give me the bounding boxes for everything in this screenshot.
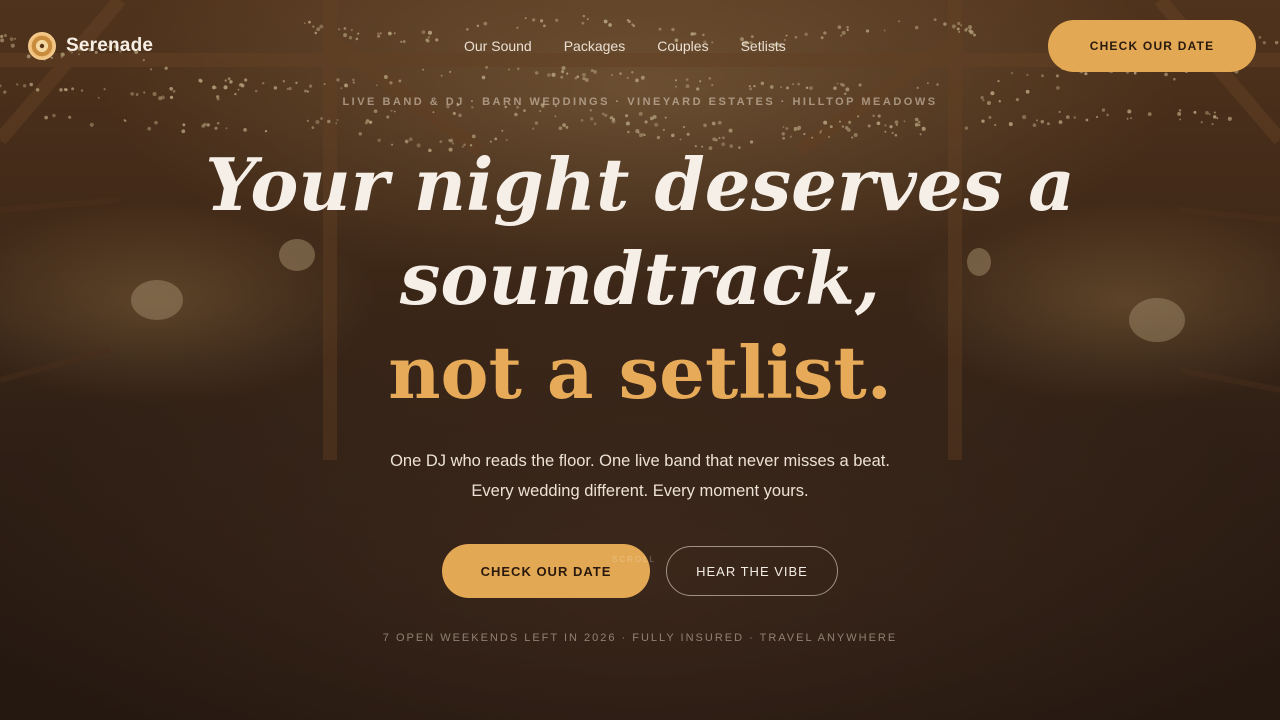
nav-link-setlists[interactable]: Setlists — [741, 38, 786, 54]
nav-link-our-sound[interactable]: Our Sound — [464, 38, 532, 54]
trust-line: 7 OPEN WEEKENDS LEFT IN 2026 · FULLY INS… — [382, 632, 898, 644]
hero-kicker: LIVE BAND & DJ · BARN WEDDINGS · VINEYAR… — [342, 96, 938, 108]
headline-accent: not a setlist. — [388, 330, 892, 415]
hero-actions: CHECK OUR DATE HEAR THE VIBE — [0, 544, 1280, 598]
headline-line-2: soundtrack, — [399, 236, 881, 321]
hero-headline: Your night deserves a soundtrack, not a … — [0, 138, 1280, 420]
site-header: Serenade Our Sound Packages Couples Setl… — [28, 20, 1256, 72]
vinyl-record-icon — [28, 32, 56, 60]
brand[interactable]: Serenade — [28, 32, 153, 60]
nav-link-couples[interactable]: Couples — [657, 38, 708, 54]
hero-subtitle: One DJ who reads the floor. One live ban… — [390, 452, 890, 500]
hear-the-vibe-button[interactable]: HEAR THE VIBE — [666, 546, 838, 596]
headline-line-1: Your night deserves a — [205, 142, 1075, 227]
scroll-hint: SCROLL — [612, 555, 657, 564]
hero-check-date-button[interactable]: CHECK OUR DATE — [442, 544, 650, 598]
nav-link-packages[interactable]: Packages — [564, 38, 625, 54]
header-check-date-button[interactable]: CHECK OUR DATE — [1048, 20, 1256, 72]
brand-name: Serenade — [66, 35, 154, 56]
main-nav: Our Sound Packages Couples Setlists — [464, 20, 786, 72]
